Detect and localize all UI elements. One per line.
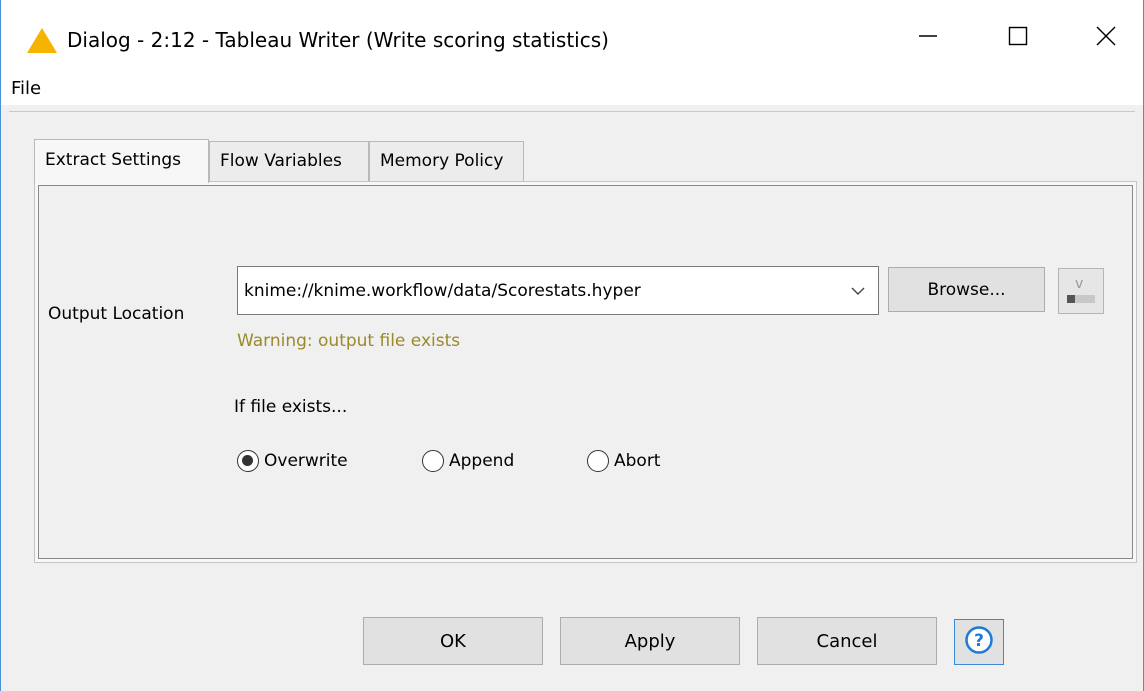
help-button[interactable]: ? (954, 619, 1004, 665)
minimize-button[interactable] (893, 14, 963, 62)
tab-extract-settings[interactable]: Extract Settings (34, 139, 209, 183)
output-location-label: Output Location (48, 304, 185, 324)
tab-memory-policy[interactable]: Memory Policy (369, 141, 524, 182)
maximize-button[interactable] (983, 14, 1053, 62)
help-icon: ? (964, 625, 994, 660)
close-button[interactable] (1071, 14, 1141, 62)
svg-text:?: ? (974, 631, 984, 651)
radio-overwrite-label: Overwrite (264, 451, 348, 471)
close-icon (1096, 26, 1116, 51)
dialog-window: Dialog - 2:12 - Tableau Writer (Write sc… (0, 0, 1144, 691)
warning-triangle-icon (26, 27, 58, 54)
maximize-icon (1008, 26, 1028, 51)
flow-variable-button[interactable]: v (1058, 268, 1104, 314)
if-exists-label: If file exists... (234, 397, 348, 417)
tab-flow-variables[interactable]: Flow Variables (209, 141, 369, 182)
output-location-value: knime://knime.workflow/data/Scorestats.h… (244, 281, 641, 301)
cancel-button[interactable]: Cancel (757, 617, 937, 665)
title-bar[interactable]: Dialog - 2:12 - Tableau Writer (Write sc… (1, 0, 1143, 75)
svg-text:v: v (1075, 276, 1083, 292)
browse-button[interactable]: Browse... (888, 267, 1045, 312)
radio-abort-indicator[interactable] (587, 450, 609, 472)
output-warning: Warning: output file exists (237, 331, 461, 351)
menu-file[interactable]: File (11, 77, 41, 101)
radio-append-indicator[interactable] (422, 450, 444, 472)
settings-group (38, 185, 1133, 559)
ok-button[interactable]: OK (363, 617, 543, 665)
window-title: Dialog - 2:12 - Tableau Writer (Write sc… (67, 28, 609, 52)
apply-button[interactable]: Apply (560, 617, 740, 665)
radio-overwrite-indicator[interactable] (237, 450, 259, 472)
chevron-down-icon[interactable] (850, 283, 866, 299)
radio-abort-label: Abort (614, 451, 661, 471)
content-divider (9, 111, 1135, 112)
radio-append-label: Append (449, 451, 515, 471)
radio-overwrite[interactable]: Overwrite (237, 448, 348, 474)
minimize-icon (918, 26, 938, 51)
radio-append[interactable]: Append (422, 448, 514, 474)
radio-abort[interactable]: Abort (587, 448, 660, 474)
menu-bar: File (1, 75, 1143, 105)
output-location-combo[interactable]: knime://knime.workflow/data/Scorestats.h… (237, 266, 879, 315)
flow-variable-icon: v (1059, 276, 1103, 318)
